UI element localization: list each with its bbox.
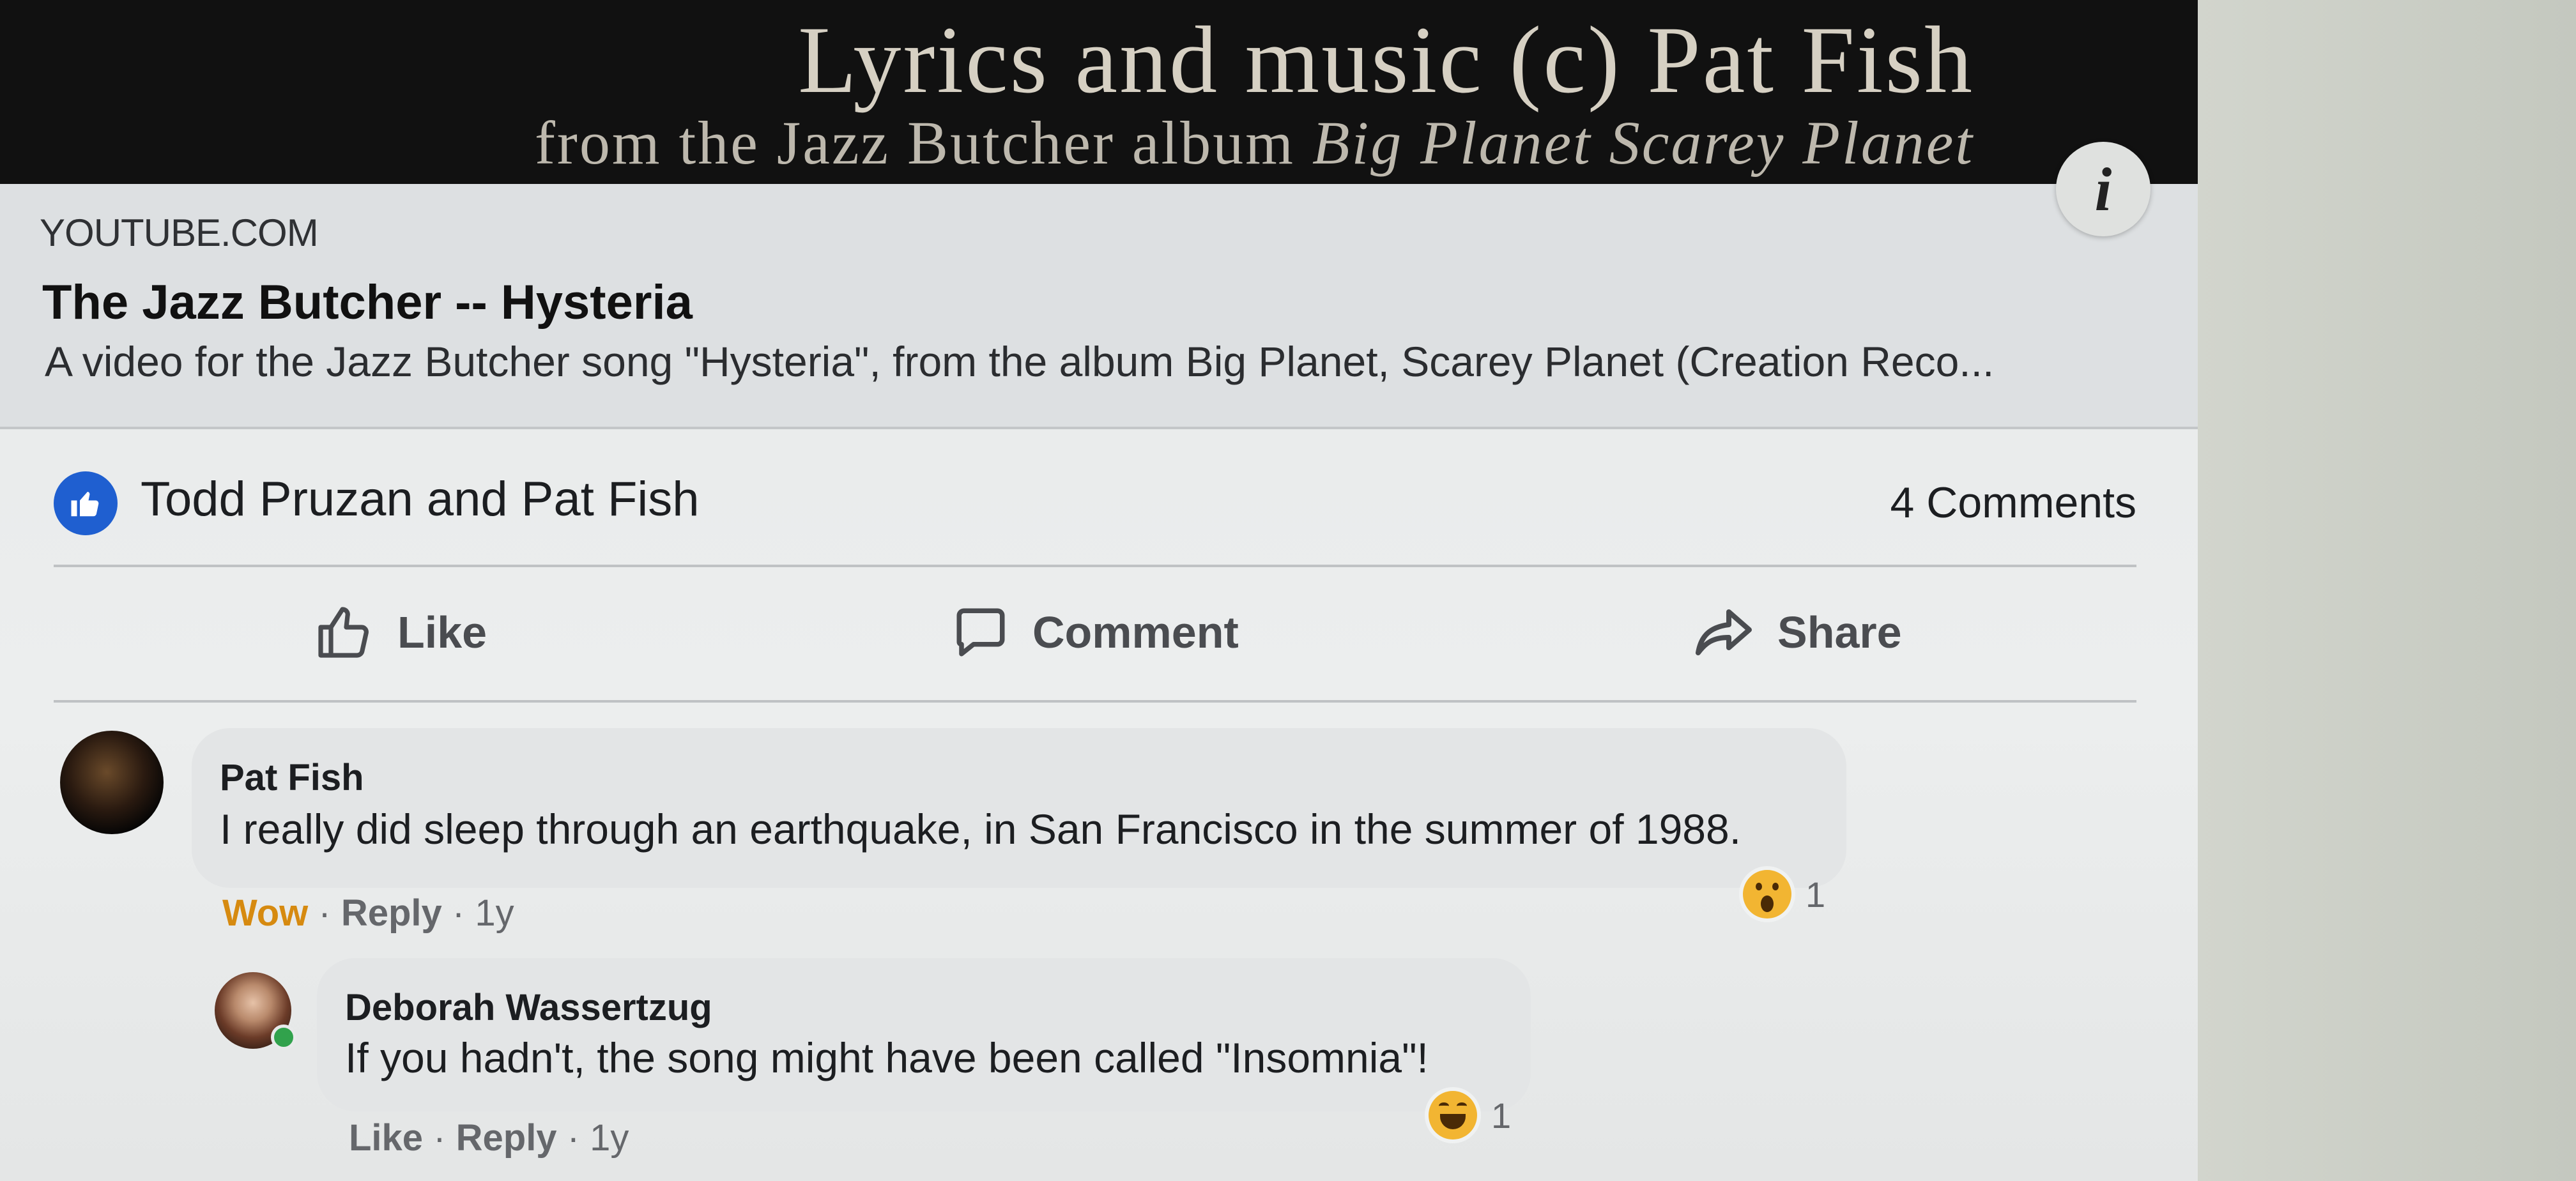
comment-icon — [956, 608, 1005, 657]
comment-reaction-count[interactable]: 1 — [1429, 1091, 1511, 1139]
link-preview[interactable]: YOUTUBE.COM The Jazz Butcher -- Hysteria… — [0, 184, 2198, 429]
comment-reaction-count[interactable]: 1 — [1743, 870, 1825, 918]
reply-link[interactable]: Reply — [456, 1117, 557, 1159]
video-thumbnail[interactable]: Lyrics and music (c) Pat Fish from the J… — [0, 0, 2198, 184]
comment-age[interactable]: 1y — [475, 892, 514, 934]
wow-emoji-icon — [1743, 870, 1791, 918]
thumbs-up-icon — [318, 607, 369, 658]
comment-meta: Like · Reply · 1y — [349, 1117, 629, 1159]
comments-count[interactable]: 4 Comments — [1890, 478, 2136, 528]
background-screen-area — [2198, 0, 2576, 1181]
link-title[interactable]: The Jazz Butcher -- Hysteria — [42, 275, 693, 330]
reaction-count: 1 — [1805, 874, 1826, 915]
like-reaction-icon — [54, 471, 118, 535]
comment-bubble: Deborah Wassertzug If you hadn't, the so… — [317, 958, 1531, 1111]
avatar[interactable] — [60, 731, 164, 834]
banner-album: Big Planet Scarey Planet — [1312, 109, 1974, 177]
banner-subtitle: from the Jazz Butcher album Big Planet S… — [0, 107, 1974, 178]
like-label: Like — [397, 607, 487, 657]
comment-text: If you hadn't, the song might have been … — [345, 1034, 1429, 1081]
link-description: A video for the Jazz Butcher song "Hyste… — [45, 338, 1995, 385]
reactions-summary: Todd Pruzan and Pat Fish 4 Comments — [0, 459, 2198, 561]
comment-age[interactable]: 1y — [590, 1117, 629, 1159]
reactors-names[interactable]: Todd Pruzan and Pat Fish — [141, 471, 700, 527]
comment-meta: Wow · Reply · 1y — [222, 892, 514, 934]
facebook-post: Lyrics and music (c) Pat Fish from the J… — [0, 0, 2198, 1181]
banner-subtitle-prefix: from the Jazz Butcher album — [534, 109, 1312, 177]
reply-link[interactable]: Reply — [341, 892, 442, 934]
comment-bubble: Pat Fish I really did sleep through an e… — [192, 728, 1846, 888]
divider — [54, 700, 2136, 703]
share-arrow-icon — [1696, 609, 1752, 655]
link-domain: YOUTUBE.COM — [40, 211, 319, 254]
action-bar: Like Comment Share — [0, 575, 2198, 690]
share-button[interactable]: Share — [1693, 600, 1902, 664]
banner-title: Lyrics and music (c) Pat Fish — [798, 7, 1974, 113]
info-icon[interactable]: i — [2056, 142, 2150, 236]
comment-text: I really did sleep through an earthquake… — [220, 805, 1742, 853]
divider — [54, 565, 2136, 567]
comment-label: Comment — [1032, 607, 1239, 657]
comment-author[interactable]: Pat Fish — [220, 756, 364, 799]
online-status-dot — [271, 1025, 296, 1050]
like-button[interactable]: Like — [313, 600, 487, 664]
wow-reaction-link[interactable]: Wow — [222, 892, 308, 934]
comment-button[interactable]: Comment — [952, 600, 1239, 664]
share-label: Share — [1777, 607, 1902, 657]
comment-author[interactable]: Deborah Wassertzug — [345, 986, 712, 1029]
haha-emoji-icon — [1429, 1091, 1477, 1139]
reaction-count: 1 — [1491, 1095, 1512, 1136]
like-link[interactable]: Like — [349, 1117, 423, 1159]
